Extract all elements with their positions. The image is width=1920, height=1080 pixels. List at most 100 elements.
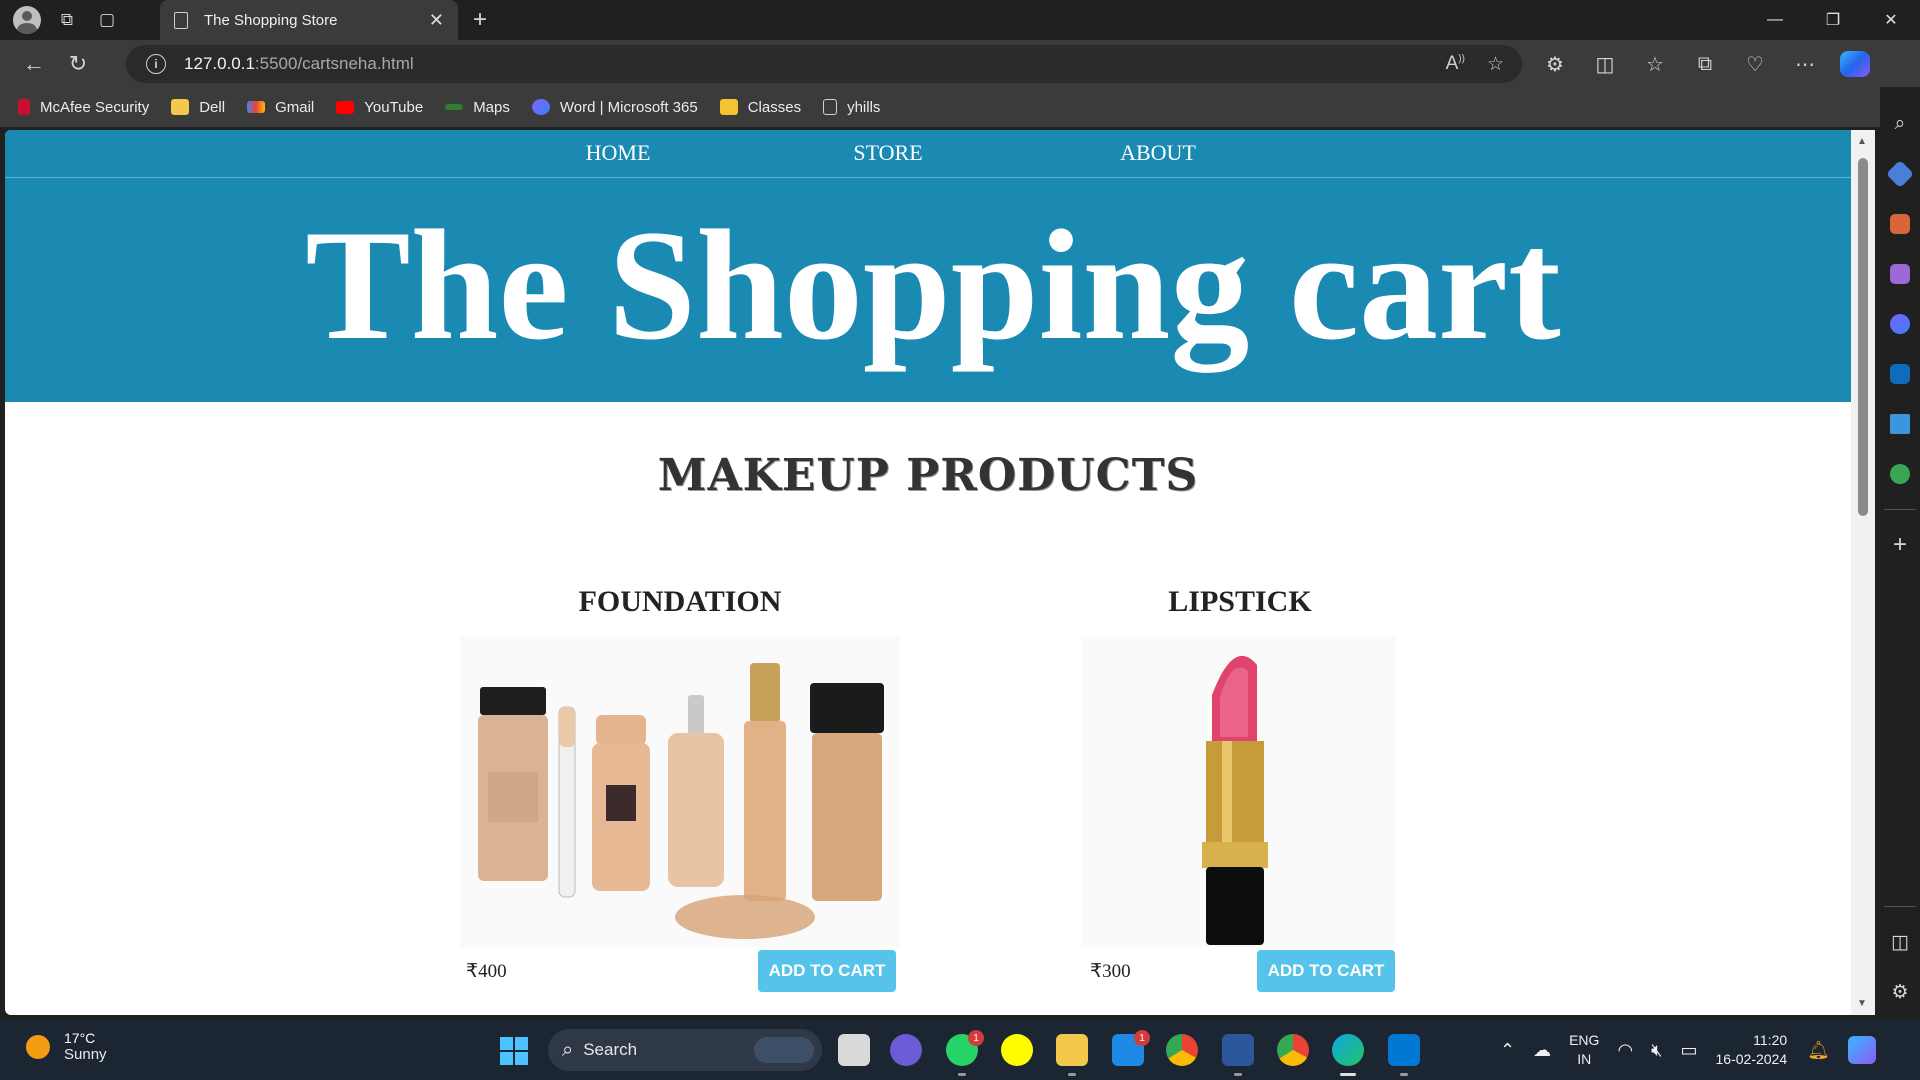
hide-sidebar-icon[interactable]: ◫: [1884, 917, 1916, 967]
browser-essentials-icon[interactable]: ♡: [1730, 44, 1780, 84]
new-tab-icon[interactable]: +: [460, 0, 500, 40]
bookmark-label: Word | Microsoft 365: [559, 98, 698, 116]
address-bar[interactable]: i 127.0.0.1 :5500/cartsneha.html A)) ☆: [126, 45, 1522, 83]
tree-icon[interactable]: [1884, 449, 1916, 499]
bookmark-yhills[interactable]: yhills: [823, 99, 880, 116]
wifi-icon[interactable]: ◠: [1617, 1040, 1633, 1061]
microsoft365-icon[interactable]: [1884, 299, 1916, 349]
microsoft365-icon: [531, 99, 550, 115]
section-title: MAKEUP PRODUCTS: [657, 450, 1199, 501]
nav-home-link[interactable]: HOME: [483, 140, 753, 177]
tray-chevron-icon[interactable]: ⌃: [1500, 1040, 1515, 1061]
tab-actions-icon[interactable]: ▢: [87, 0, 127, 40]
chrome-profile-icon[interactable]: [1166, 1034, 1198, 1066]
bookmark-mcafee[interactable]: McAfee Security: [18, 99, 149, 116]
mail-icon[interactable]: 1: [1112, 1030, 1150, 1066]
scroll-down-icon[interactable]: ▼: [1857, 998, 1867, 1009]
file-explorer-icon[interactable]: [1056, 1034, 1088, 1076]
bookmarks-bar: McAfee Security Dell Gmail YouTube Maps …: [0, 87, 1880, 127]
site-nav: HOME STORE ABOUT: [5, 130, 1851, 178]
lang-region: IN: [1577, 1051, 1592, 1067]
scroll-up-icon[interactable]: ▲: [1857, 136, 1867, 147]
favorite-star-icon[interactable]: ☆: [1487, 53, 1504, 76]
url-host: 127.0.0.1: [184, 54, 255, 73]
bookmark-dell[interactable]: Dell: [171, 99, 225, 116]
volume-muted-icon[interactable]: 🔇︎: [1651, 1040, 1662, 1061]
minimize-icon[interactable]: —: [1746, 0, 1804, 40]
search-icon[interactable]: ⌕: [1884, 99, 1916, 149]
edge-icon[interactable]: [1332, 1034, 1364, 1076]
browser-toolbar: ⚙ ◫ ☆ ⧉ ♡ ⋯: [1530, 44, 1880, 84]
task-view-icon[interactable]: [838, 1034, 870, 1066]
snapchat-icon[interactable]: [1001, 1034, 1033, 1066]
workspaces-icon[interactable]: ⧉: [47, 0, 87, 40]
extensions-icon[interactable]: ⚙: [1530, 44, 1580, 84]
onedrive-icon[interactable]: ☁: [1533, 1040, 1551, 1061]
product-foundation: FOUNDATION ₹400 ADD TO CART: [456, 585, 904, 1005]
sun-icon: [26, 1034, 50, 1059]
split-screen-icon[interactable]: ◫: [1580, 44, 1630, 84]
chrome-icon[interactable]: [1277, 1034, 1309, 1066]
bookmark-label: McAfee Security: [40, 98, 150, 116]
windows-start-icon[interactable]: [500, 1037, 528, 1065]
outlook-icon[interactable]: [1884, 349, 1916, 399]
language-indicator[interactable]: ENG IN: [1569, 1031, 1599, 1069]
bookmark-youtube[interactable]: YouTube: [336, 99, 423, 116]
add-to-cart-button[interactable]: ADD TO CART: [758, 950, 896, 992]
read-aloud-icon[interactable]: A)): [1446, 53, 1465, 76]
whatsapp-badge: 1: [968, 1030, 984, 1046]
word-icon[interactable]: [1222, 1034, 1254, 1076]
games-icon[interactable]: [1884, 249, 1916, 299]
page-icon: [823, 99, 838, 115]
notification-bell-icon[interactable]: 🔔︎: [1807, 1040, 1830, 1061]
tab-shopping-store[interactable]: The Shopping Store ✕: [160, 0, 458, 40]
battery-icon[interactable]: ▭: [1681, 1040, 1698, 1061]
bookmark-gmail[interactable]: Gmail: [247, 99, 314, 116]
whatsapp-icon[interactable]: 1: [946, 1030, 984, 1076]
clock[interactable]: 11:20 16-02-2024: [1716, 1031, 1788, 1069]
page-scrollbar[interactable]: ▲ ▼: [1851, 130, 1875, 1015]
refresh-icon[interactable]: ↻: [56, 44, 100, 84]
copilot-taskbar-icon[interactable]: [1848, 1036, 1876, 1064]
mcafee-icon: [18, 99, 30, 115]
window-close-icon[interactable]: ✕: [1862, 0, 1920, 40]
search-highlight-icon: [754, 1037, 814, 1063]
bookmark-word[interactable]: Word | Microsoft 365: [531, 98, 698, 116]
nav-about-link[interactable]: ABOUT: [1023, 140, 1293, 177]
bookmark-maps[interactable]: Maps: [445, 99, 510, 116]
foundation-product-image: [460, 637, 900, 947]
page-viewport: HOME STORE ABOUT The Shopping cart MAKEU…: [5, 130, 1875, 1015]
gmail-icon: [247, 101, 266, 113]
product-price: ₹300: [1090, 961, 1131, 982]
tools-icon[interactable]: [1884, 199, 1916, 249]
restore-icon[interactable]: ❐: [1804, 0, 1862, 40]
product-price: ₹400: [466, 961, 507, 982]
add-icon[interactable]: +: [1884, 520, 1916, 570]
shopping-tag-icon[interactable]: [1884, 149, 1916, 199]
windows-taskbar: 17°C Sunny ⌕ Search 1 1 ⌃ ☁ ENG IN ◠ 🔇︎ …: [0, 1020, 1920, 1080]
bookmark-label: YouTube: [364, 98, 424, 116]
nav-store-link[interactable]: STORE: [753, 140, 1023, 177]
copilot-icon[interactable]: [1830, 44, 1880, 84]
more-options-icon[interactable]: ⋯: [1780, 44, 1830, 84]
favorites-icon[interactable]: ☆: [1630, 44, 1680, 84]
site-info-icon[interactable]: i: [146, 54, 166, 74]
close-tab-icon[interactable]: ✕: [429, 10, 444, 31]
send-icon[interactable]: [1884, 399, 1916, 449]
add-to-cart-button[interactable]: ADD TO CART: [1257, 950, 1395, 992]
back-icon[interactable]: ←: [12, 44, 56, 84]
weather-widget[interactable]: 17°C Sunny: [26, 1030, 107, 1063]
product-name: LIPSTICK: [1168, 585, 1312, 618]
taskbar-search[interactable]: ⌕ Search: [548, 1029, 822, 1071]
vscode-icon[interactable]: [1388, 1034, 1420, 1076]
meet-icon[interactable]: [890, 1034, 922, 1066]
bookmark-classes[interactable]: Classes: [719, 99, 801, 116]
collections-icon[interactable]: ⧉: [1680, 44, 1730, 84]
scrollbar-thumb[interactable]: [1858, 158, 1868, 516]
url-path: :5500/cartsneha.html: [254, 54, 414, 73]
settings-gear-icon[interactable]: ⚙: [1884, 967, 1916, 1017]
profile-icon[interactable]: [7, 0, 47, 40]
product-lipstick: LIPSTICK ₹300 ADD TO CART: [1080, 585, 1400, 1005]
classroom-icon: [719, 99, 738, 115]
bookmark-label: Dell: [199, 98, 226, 116]
